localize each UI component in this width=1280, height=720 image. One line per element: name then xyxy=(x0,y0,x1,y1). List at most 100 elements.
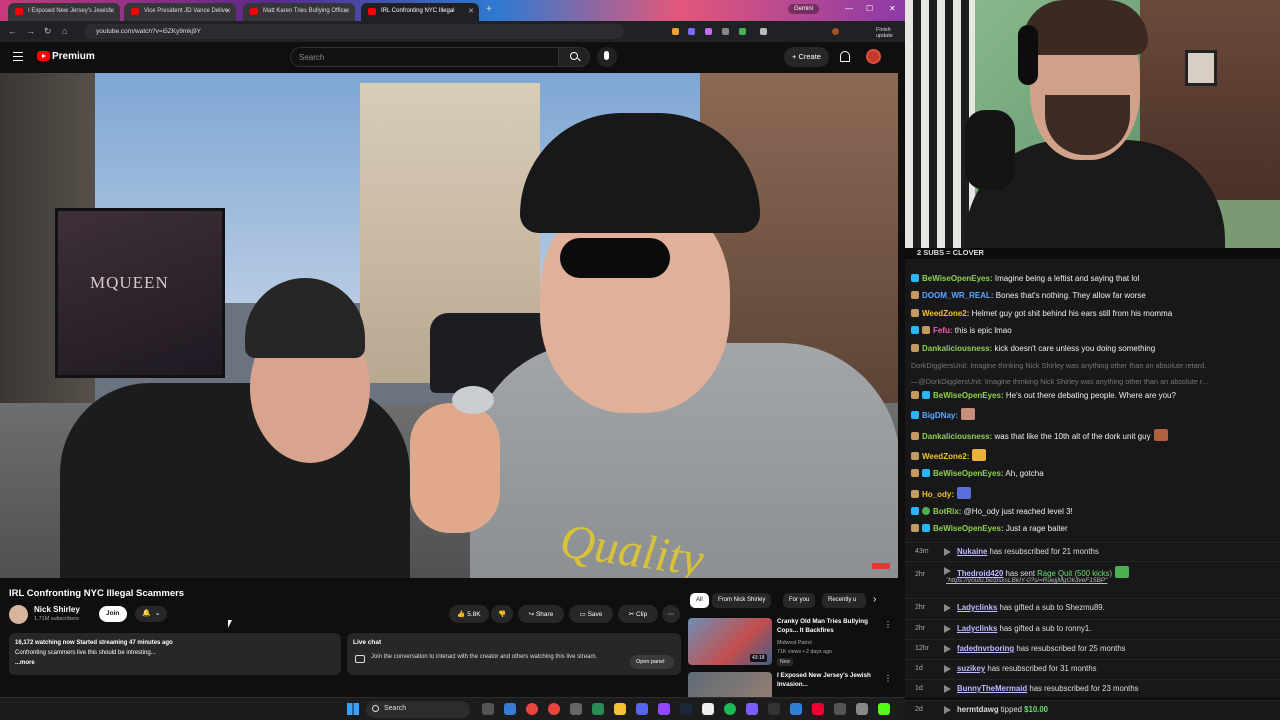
file-explorer-icon[interactable] xyxy=(614,703,626,715)
extensions-puzzle-icon[interactable] xyxy=(760,28,767,35)
minimize-icon[interactable]: — xyxy=(845,4,853,13)
clip-button[interactable]: ✂ Clip xyxy=(618,605,658,623)
maximize-icon[interactable]: ☐ xyxy=(866,4,873,13)
more-actions-icon[interactable]: ⋯ xyxy=(662,605,680,623)
close-icon[interactable]: ✕ xyxy=(344,7,350,15)
chat-username[interactable]: BeWiseOpenEyes: xyxy=(933,391,1004,400)
tab-4-active[interactable]: IRL Confronting NYC Illegal ✕ xyxy=(361,3,479,21)
recommendation-title[interactable]: I Exposed New Jersey's Jewish Invasion..… xyxy=(777,672,877,689)
chat-username[interactable]: WeedZone2: xyxy=(922,452,969,461)
recommendation-item[interactable]: 43:18 Cranky Old Man Tries Bullying Cops… xyxy=(688,618,896,668)
event-user[interactable]: Nukaine xyxy=(957,547,987,556)
tab-2[interactable]: Vice President JD Vance Delive ✕ xyxy=(124,3,236,21)
spotify-icon[interactable] xyxy=(724,703,736,715)
dislike-button[interactable]: 👎 xyxy=(491,605,513,623)
recommendation-item[interactable]: I Exposed New Jersey's Jewish Invasion..… xyxy=(688,672,896,697)
event-user[interactable]: hermtdawg xyxy=(957,705,999,714)
gemini-button[interactable]: Gemini xyxy=(788,4,820,14)
chat-username[interactable]: Dankaliciousness: xyxy=(922,344,992,353)
event-user[interactable]: Ladyclinks xyxy=(957,624,997,633)
kick-icon[interactable] xyxy=(878,703,890,715)
tab-1[interactable]: I Exposed New Jersey's Jewish ✕ xyxy=(8,3,120,21)
new-tab-button[interactable]: + xyxy=(483,3,497,21)
chip-recently[interactable]: Recently u xyxy=(822,593,866,608)
search-input[interactable]: Search xyxy=(290,47,558,67)
app-icon[interactable] xyxy=(856,703,868,715)
extension-icon[interactable] xyxy=(739,28,746,35)
hamburger-menu-icon[interactable] xyxy=(13,52,23,61)
extension-icon[interactable] xyxy=(688,28,695,35)
chat-username[interactable]: BeWiseOpenEyes: xyxy=(933,524,1004,533)
app-icon[interactable] xyxy=(746,703,758,715)
channel-name[interactable]: Nick Shirley xyxy=(34,605,80,614)
chat-username[interactable]: Dankaliciousness: xyxy=(922,432,992,441)
recommendation-channel[interactable]: Midwest Patrol xyxy=(777,640,812,646)
youtube-premium-label[interactable]: Premium xyxy=(52,51,95,62)
event-user[interactable]: fadednvrboring xyxy=(957,644,1014,653)
profile-avatar-icon[interactable] xyxy=(832,28,839,35)
notifications-bell-icon[interactable] xyxy=(840,51,850,62)
app-icon[interactable] xyxy=(570,703,582,715)
share-button[interactable]: ↪ Share xyxy=(518,605,564,623)
account-avatar[interactable] xyxy=(866,49,881,64)
voice-search-mic-icon[interactable] xyxy=(597,47,617,67)
chat-username[interactable]: BeWiseOpenEyes: xyxy=(933,469,1004,478)
event-user[interactable]: Ladyclinks xyxy=(957,603,997,612)
forward-icon[interactable]: → xyxy=(26,26,35,36)
home-icon[interactable]: ⌂ xyxy=(62,26,67,36)
app-icon[interactable] xyxy=(790,703,802,715)
app-icon[interactable] xyxy=(812,703,824,715)
subscribe-bell-button[interactable]: 🔔 ⌄ xyxy=(135,606,167,622)
reload-icon[interactable]: ↻ xyxy=(44,26,52,37)
chrome-icon[interactable] xyxy=(526,703,538,715)
open-panel-button[interactable]: Open panel xyxy=(630,655,674,669)
close-icon[interactable]: ✕ xyxy=(468,7,474,15)
description-box[interactable]: 16,172 watching now Started streaming 47… xyxy=(9,633,341,675)
more-vert-icon[interactable]: ⋮ xyxy=(884,620,892,629)
app-icon[interactable] xyxy=(658,703,670,715)
show-more-link[interactable]: ...more xyxy=(15,658,335,668)
event-user[interactable]: BunnyTheMermaid xyxy=(957,684,1027,693)
search-button[interactable] xyxy=(558,47,590,67)
chip-from-channel[interactable]: From Nick Shirley xyxy=(712,593,772,608)
recommendation-title[interactable]: Cranky Old Man Tries Bullying Cops... It… xyxy=(777,618,877,635)
extension-icon[interactable] xyxy=(672,28,679,35)
app-icon[interactable] xyxy=(504,703,516,715)
discord-icon[interactable] xyxy=(636,703,648,715)
chip-all[interactable]: All xyxy=(690,593,709,608)
chat-username[interactable]: WeedZone2: xyxy=(922,309,969,318)
close-window-icon[interactable]: ✕ xyxy=(889,4,896,13)
create-button[interactable]: + Create xyxy=(784,47,829,67)
obs-icon[interactable] xyxy=(768,703,780,715)
close-icon[interactable]: ✕ xyxy=(225,7,231,15)
save-button[interactable]: ▭ Save xyxy=(569,605,613,623)
video-player[interactable]: MQUEEN Quality xyxy=(0,73,898,578)
chat-username[interactable]: DOOM_WR_REAL: xyxy=(922,291,994,300)
chat-username[interactable]: BigDNay: xyxy=(922,411,958,420)
tab-3[interactable]: Matt Karen Tries Bullying Office ✕ xyxy=(243,3,355,21)
channel-avatar[interactable] xyxy=(9,605,28,624)
youtube-logo-icon[interactable] xyxy=(37,51,50,61)
windows-start-icon[interactable] xyxy=(347,703,359,715)
chip-for-you[interactable]: For you xyxy=(783,593,816,608)
url-field[interactable]: youtube.com/watch?v=i5ZKy9mkj9Y xyxy=(84,24,624,39)
like-button[interactable]: 👍 5.8K xyxy=(449,605,489,623)
join-button[interactable]: Join xyxy=(99,606,127,622)
back-icon[interactable]: ← xyxy=(8,26,17,36)
chat-username[interactable]: Fefu: xyxy=(933,326,953,335)
finish-update-button[interactable]: Finish update xyxy=(876,27,905,39)
chat-username[interactable]: BotRix: xyxy=(933,507,961,516)
chat-username[interactable]: Ho_ody: xyxy=(922,490,954,499)
taskbar-search[interactable]: Search xyxy=(366,701,470,718)
app-icon[interactable] xyxy=(702,703,714,715)
chat-username[interactable]: BeWiseOpenEyes: xyxy=(922,274,993,283)
chevron-right-icon[interactable]: › xyxy=(873,594,876,605)
extension-icon[interactable] xyxy=(722,28,729,35)
task-view-icon[interactable] xyxy=(482,703,494,715)
close-icon[interactable]: ✕ xyxy=(109,7,115,15)
app-icon[interactable] xyxy=(834,703,846,715)
chrome-icon[interactable] xyxy=(548,703,560,715)
event-link[interactable]: "https://youtu.be/psxsLBkIY-0?si=RuejjMg… xyxy=(946,577,1107,584)
steam-icon[interactable] xyxy=(680,703,692,715)
extension-icon[interactable] xyxy=(705,28,712,35)
